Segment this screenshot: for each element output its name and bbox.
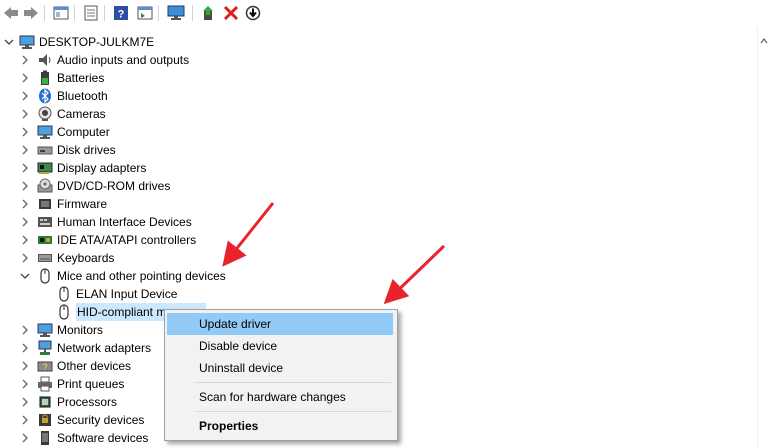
tree-item-label: Batteries <box>57 71 105 85</box>
tree-item-label: Mice and other pointing devices <box>57 269 226 283</box>
tree-item-label: Processors <box>57 395 118 409</box>
tree-category[interactable]: Computer <box>0 123 520 141</box>
tree-item-label: Software devices <box>57 431 149 445</box>
chevron-right-icon[interactable] <box>20 181 30 191</box>
tree-category[interactable]: Disk drives <box>0 141 520 159</box>
chevron-right-icon[interactable] <box>20 379 30 389</box>
vertical-scrollbar[interactable] <box>757 27 770 448</box>
mouse-icon <box>37 268 53 284</box>
chevron-right-icon[interactable] <box>20 253 30 263</box>
chevron-right-icon[interactable] <box>20 109 30 119</box>
chevron-right-icon[interactable] <box>20 235 30 245</box>
chevron-right-icon[interactable] <box>20 325 30 335</box>
mouse-icon <box>56 286 72 302</box>
ide-controller-icon <box>37 232 53 248</box>
chevron-down-icon[interactable] <box>20 271 30 281</box>
software-device-icon <box>37 430 53 446</box>
chevron-right-icon[interactable] <box>20 127 30 137</box>
chevron-right-icon[interactable] <box>20 433 30 443</box>
chevron-right-icon[interactable] <box>20 415 30 425</box>
chevron-right-icon[interactable] <box>20 163 30 173</box>
menu-separator <box>195 382 391 383</box>
tree-item-label: Print queues <box>57 377 125 391</box>
tree-item-label: Firmware <box>57 197 107 211</box>
battery-icon <box>37 70 53 86</box>
scroll-up-icon <box>760 38 768 44</box>
menu-properties[interactable]: Properties <box>167 415 393 437</box>
tree-child-item[interactable]: ELAN Input Device <box>0 285 520 303</box>
chevron-right-icon[interactable] <box>20 55 30 65</box>
tree-category[interactable]: Audio inputs and outputs <box>0 51 520 69</box>
tree-category[interactable]: Human Interface Devices <box>0 213 520 231</box>
processor-icon <box>37 394 53 410</box>
tree-item-label: IDE ATA/ATAPI controllers <box>57 233 197 247</box>
chevron-right-icon[interactable] <box>20 73 30 83</box>
keyboard-icon <box>37 250 53 266</box>
tree-item-label: Network adapters <box>57 341 152 355</box>
tree-category[interactable]: Mice and other pointing devices <box>0 267 520 285</box>
tree-category[interactable]: DVD/CD-ROM drives <box>0 177 520 195</box>
mouse-icon <box>56 304 72 320</box>
tree-item-label: Human Interface Devices <box>57 215 192 229</box>
chevron-right-icon[interactable] <box>20 217 30 227</box>
menu-disable-device[interactable]: Disable device <box>167 335 393 357</box>
menu-uninstall-device[interactable]: Uninstall device <box>167 357 393 379</box>
firmware-icon <box>37 196 53 212</box>
bluetooth-icon <box>37 88 53 104</box>
computer-icon <box>37 124 53 140</box>
disk-drive-icon <box>37 142 53 158</box>
tree-category[interactable]: Display adapters <box>0 159 520 177</box>
tree-item-label: Disk drives <box>57 143 116 157</box>
chevron-right-icon[interactable] <box>20 343 30 353</box>
tree-item-label: ELAN Input Device <box>76 287 178 301</box>
tree-category[interactable]: Batteries <box>0 69 520 87</box>
chevron-right-icon[interactable] <box>20 91 30 101</box>
menu-separator <box>195 411 391 412</box>
menu-update-driver[interactable]: Update driver <box>167 313 393 335</box>
tree-category[interactable]: Keyboards <box>0 249 520 267</box>
tree-item-label: Display adapters <box>57 161 147 175</box>
tree-category[interactable]: IDE ATA/ATAPI controllers <box>0 231 520 249</box>
speaker-icon <box>37 52 53 68</box>
chevron-right-icon[interactable] <box>20 361 30 371</box>
display-adapter-icon <box>37 160 53 176</box>
tree-item-label: Monitors <box>57 323 104 337</box>
chevron-right-icon[interactable] <box>20 397 30 407</box>
tree-category[interactable]: Firmware <box>0 195 520 213</box>
hid-icon <box>37 214 53 230</box>
menu-scan-hardware[interactable]: Scan for hardware changes <box>167 386 393 408</box>
context-menu: Update driver Disable device Uninstall d… <box>164 309 398 441</box>
tree-item-label: DVD/CD-ROM drives <box>57 179 171 193</box>
tree-item-label: Computer <box>57 125 110 139</box>
printer-icon <box>37 376 53 392</box>
tree-item-label: Other devices <box>57 359 132 373</box>
tree-item-label: Keyboards <box>57 251 115 265</box>
tree-item-label: Audio inputs and outputs <box>57 53 190 67</box>
tree-item-label: Security devices <box>57 413 145 427</box>
unknown-device-icon: ? <box>37 358 53 374</box>
security-device-icon <box>37 412 53 428</box>
tree-item-label: Cameras <box>57 107 106 121</box>
tree-category[interactable]: Bluetooth <box>0 87 520 105</box>
tree-item-label: Bluetooth <box>57 89 108 103</box>
chevron-right-icon[interactable] <box>20 199 30 209</box>
dvd-drive-icon <box>37 178 53 194</box>
chevron-right-icon[interactable] <box>20 145 30 155</box>
camera-icon <box>37 106 53 122</box>
tree-category[interactable]: Cameras <box>0 105 520 123</box>
svg-text:?: ? <box>42 362 47 372</box>
network-adapter-icon <box>37 340 53 356</box>
monitor-icon <box>37 322 53 338</box>
